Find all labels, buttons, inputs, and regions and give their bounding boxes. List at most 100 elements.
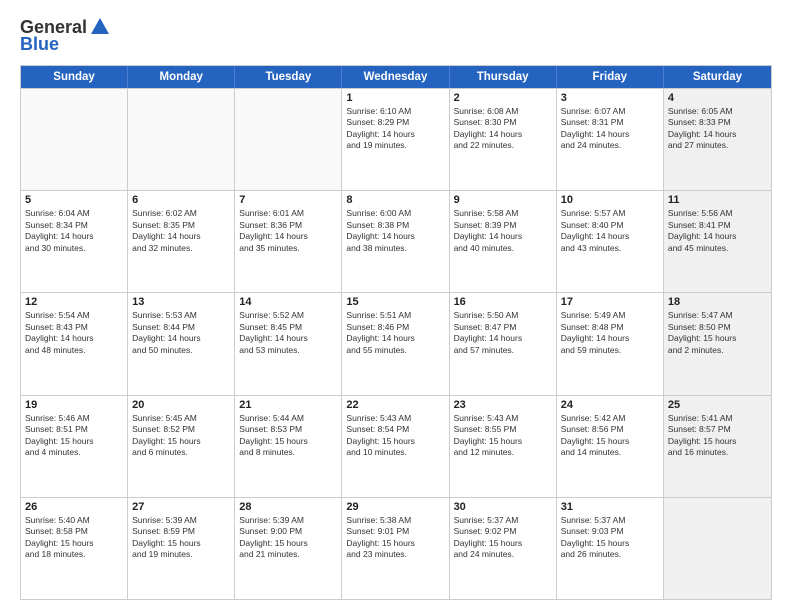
day-number: 18: [668, 296, 767, 308]
day-number: 23: [454, 399, 552, 411]
header: General Blue: [20, 16, 772, 55]
cell-info: Sunrise: 5:39 AM Sunset: 9:00 PM Dayligh…: [239, 515, 337, 561]
calendar-cell: 5 Sunrise: 6:04 AM Sunset: 8:34 PM Daylig…: [21, 191, 128, 292]
calendar-cell: 22 Sunrise: 5:43 AM Sunset: 8:54 PM Dayli…: [342, 396, 449, 497]
logo-icon: [89, 16, 111, 38]
cell-info: Sunrise: 5:39 AM Sunset: 8:59 PM Dayligh…: [132, 515, 230, 561]
calendar-cell: 12Sunrise: 5:54 AM Sunset: 8:43 PM Dayli…: [21, 293, 128, 394]
calendar-cell: 30Sunrise: 5:37 AM Sunset: 9:02 PM Dayli…: [450, 498, 557, 599]
cell-info: Sunrise: 5:47 AM Sunset: 8:50 PM Dayligh…: [668, 310, 767, 356]
calendar: SundayMondayTuesdayWednesdayThursdayFrid…: [20, 65, 772, 600]
cell-info: Sunrise: 5:57 AM Sunset: 8:40 PM Dayligh…: [561, 208, 659, 254]
calendar-cell: 2 Sunrise: 6:08 AM Sunset: 8:30 PM Daylig…: [450, 89, 557, 190]
day-number: 5: [25, 194, 123, 206]
cell-info: Sunrise: 5:44 AM Sunset: 8:53 PM Dayligh…: [239, 413, 337, 459]
logo: General Blue: [20, 16, 111, 55]
calendar-header: SundayMondayTuesdayWednesdayThursdayFrid…: [21, 66, 771, 88]
cell-info: Sunrise: 5:43 AM Sunset: 8:54 PM Dayligh…: [346, 413, 444, 459]
day-number: 22: [346, 399, 444, 411]
day-number: 2: [454, 92, 552, 104]
cell-info: Sunrise: 6:02 AM Sunset: 8:35 PM Dayligh…: [132, 208, 230, 254]
cell-info: Sunrise: 6:05 AM Sunset: 8:33 PM Dayligh…: [668, 106, 767, 152]
day-number: 11: [668, 194, 767, 206]
calendar-cell: 21 Sunrise: 5:44 AM Sunset: 8:53 PM Dayli…: [235, 396, 342, 497]
day-number: 24: [561, 399, 659, 411]
calendar-cell: 27Sunrise: 5:39 AM Sunset: 8:59 PM Dayli…: [128, 498, 235, 599]
cell-info: Sunrise: 5:43 AM Sunset: 8:55 PM Dayligh…: [454, 413, 552, 459]
calendar-cell: [235, 89, 342, 190]
calendar-cell: 18 Sunrise: 5:47 AM Sunset: 8:50 PM Dayli…: [664, 293, 771, 394]
cell-info: Sunrise: 6:04 AM Sunset: 8:34 PM Dayligh…: [25, 208, 123, 254]
day-number: 26: [25, 501, 123, 513]
cell-info: Sunrise: 5:49 AM Sunset: 8:48 PM Dayligh…: [561, 310, 659, 356]
day-number: 28: [239, 501, 337, 513]
calendar-cell: [128, 89, 235, 190]
calendar-cell: 8Sunrise: 6:00 AM Sunset: 8:38 PM Daylig…: [342, 191, 449, 292]
cell-info: Sunrise: 5:56 AM Sunset: 8:41 PM Dayligh…: [668, 208, 767, 254]
cell-info: Sunrise: 5:53 AM Sunset: 8:44 PM Dayligh…: [132, 310, 230, 356]
header-day-tuesday: Tuesday: [235, 66, 342, 88]
day-number: 17: [561, 296, 659, 308]
day-number: 29: [346, 501, 444, 513]
day-number: 10: [561, 194, 659, 206]
calendar-week-5: 26 Sunrise: 5:40 AM Sunset: 8:58 PM Dayli…: [21, 497, 771, 599]
calendar-week-4: 19 Sunrise: 5:46 AM Sunset: 8:51 PM Dayli…: [21, 395, 771, 497]
header-day-monday: Monday: [128, 66, 235, 88]
cell-info: Sunrise: 6:07 AM Sunset: 8:31 PM Dayligh…: [561, 106, 659, 152]
calendar-cell: 24 Sunrise: 5:42 AM Sunset: 8:56 PM Dayli…: [557, 396, 664, 497]
cell-info: Sunrise: 5:38 AM Sunset: 9:01 PM Dayligh…: [346, 515, 444, 561]
day-number: 20: [132, 399, 230, 411]
calendar-cell: 7 Sunrise: 6:01 AM Sunset: 8:36 PM Daylig…: [235, 191, 342, 292]
day-number: 30: [454, 501, 552, 513]
day-number: 9: [454, 194, 552, 206]
calendar-week-2: 5 Sunrise: 6:04 AM Sunset: 8:34 PM Daylig…: [21, 190, 771, 292]
cell-info: Sunrise: 5:45 AM Sunset: 8:52 PM Dayligh…: [132, 413, 230, 459]
cell-info: Sunrise: 5:40 AM Sunset: 8:58 PM Dayligh…: [25, 515, 123, 561]
header-day-sunday: Sunday: [21, 66, 128, 88]
calendar-body: 1 Sunrise: 6:10 AM Sunset: 8:29 PM Daylig…: [21, 88, 771, 599]
calendar-cell: 28 Sunrise: 5:39 AM Sunset: 9:00 PM Dayli…: [235, 498, 342, 599]
cell-info: Sunrise: 5:37 AM Sunset: 9:03 PM Dayligh…: [561, 515, 659, 561]
header-day-saturday: Saturday: [664, 66, 771, 88]
cell-info: Sunrise: 5:54 AM Sunset: 8:43 PM Dayligh…: [25, 310, 123, 356]
cell-info: Sunrise: 5:46 AM Sunset: 8:51 PM Dayligh…: [25, 413, 123, 459]
calendar-cell: [21, 89, 128, 190]
calendar-cell: 25Sunrise: 5:41 AM Sunset: 8:57 PM Dayli…: [664, 396, 771, 497]
header-day-wednesday: Wednesday: [342, 66, 449, 88]
calendar-cell: 9 Sunrise: 5:58 AM Sunset: 8:39 PM Daylig…: [450, 191, 557, 292]
calendar-cell: 1 Sunrise: 6:10 AM Sunset: 8:29 PM Daylig…: [342, 89, 449, 190]
day-number: 15: [346, 296, 444, 308]
calendar-cell: 15 Sunrise: 5:51 AM Sunset: 8:46 PM Dayli…: [342, 293, 449, 394]
calendar-cell: 3Sunrise: 6:07 AM Sunset: 8:31 PM Daylig…: [557, 89, 664, 190]
day-number: 16: [454, 296, 552, 308]
page: General Blue SundayMondayTuesdayWednesda…: [0, 0, 792, 612]
cell-info: Sunrise: 5:51 AM Sunset: 8:46 PM Dayligh…: [346, 310, 444, 356]
calendar-week-3: 12Sunrise: 5:54 AM Sunset: 8:43 PM Dayli…: [21, 292, 771, 394]
calendar-cell: 26 Sunrise: 5:40 AM Sunset: 8:58 PM Dayli…: [21, 498, 128, 599]
calendar-cell: 20 Sunrise: 5:45 AM Sunset: 8:52 PM Dayli…: [128, 396, 235, 497]
day-number: 6: [132, 194, 230, 206]
calendar-cell: 31Sunrise: 5:37 AM Sunset: 9:03 PM Dayli…: [557, 498, 664, 599]
cell-info: Sunrise: 6:08 AM Sunset: 8:30 PM Dayligh…: [454, 106, 552, 152]
calendar-cell: 16Sunrise: 5:50 AM Sunset: 8:47 PM Dayli…: [450, 293, 557, 394]
day-number: 21: [239, 399, 337, 411]
calendar-cell: 29 Sunrise: 5:38 AM Sunset: 9:01 PM Dayli…: [342, 498, 449, 599]
header-day-thursday: Thursday: [450, 66, 557, 88]
day-number: 7: [239, 194, 337, 206]
header-day-friday: Friday: [557, 66, 664, 88]
day-number: 14: [239, 296, 337, 308]
day-number: 4: [668, 92, 767, 104]
calendar-cell: [664, 498, 771, 599]
cell-info: Sunrise: 5:58 AM Sunset: 8:39 PM Dayligh…: [454, 208, 552, 254]
calendar-cell: 17 Sunrise: 5:49 AM Sunset: 8:48 PM Dayli…: [557, 293, 664, 394]
calendar-cell: 10 Sunrise: 5:57 AM Sunset: 8:40 PM Dayli…: [557, 191, 664, 292]
cell-info: Sunrise: 6:10 AM Sunset: 8:29 PM Dayligh…: [346, 106, 444, 152]
day-number: 25: [668, 399, 767, 411]
cell-info: Sunrise: 5:42 AM Sunset: 8:56 PM Dayligh…: [561, 413, 659, 459]
calendar-cell: 4 Sunrise: 6:05 AM Sunset: 8:33 PM Daylig…: [664, 89, 771, 190]
cell-info: Sunrise: 6:00 AM Sunset: 8:38 PM Dayligh…: [346, 208, 444, 254]
cell-info: Sunrise: 6:01 AM Sunset: 8:36 PM Dayligh…: [239, 208, 337, 254]
calendar-cell: 13Sunrise: 5:53 AM Sunset: 8:44 PM Dayli…: [128, 293, 235, 394]
day-number: 19: [25, 399, 123, 411]
day-number: 1: [346, 92, 444, 104]
